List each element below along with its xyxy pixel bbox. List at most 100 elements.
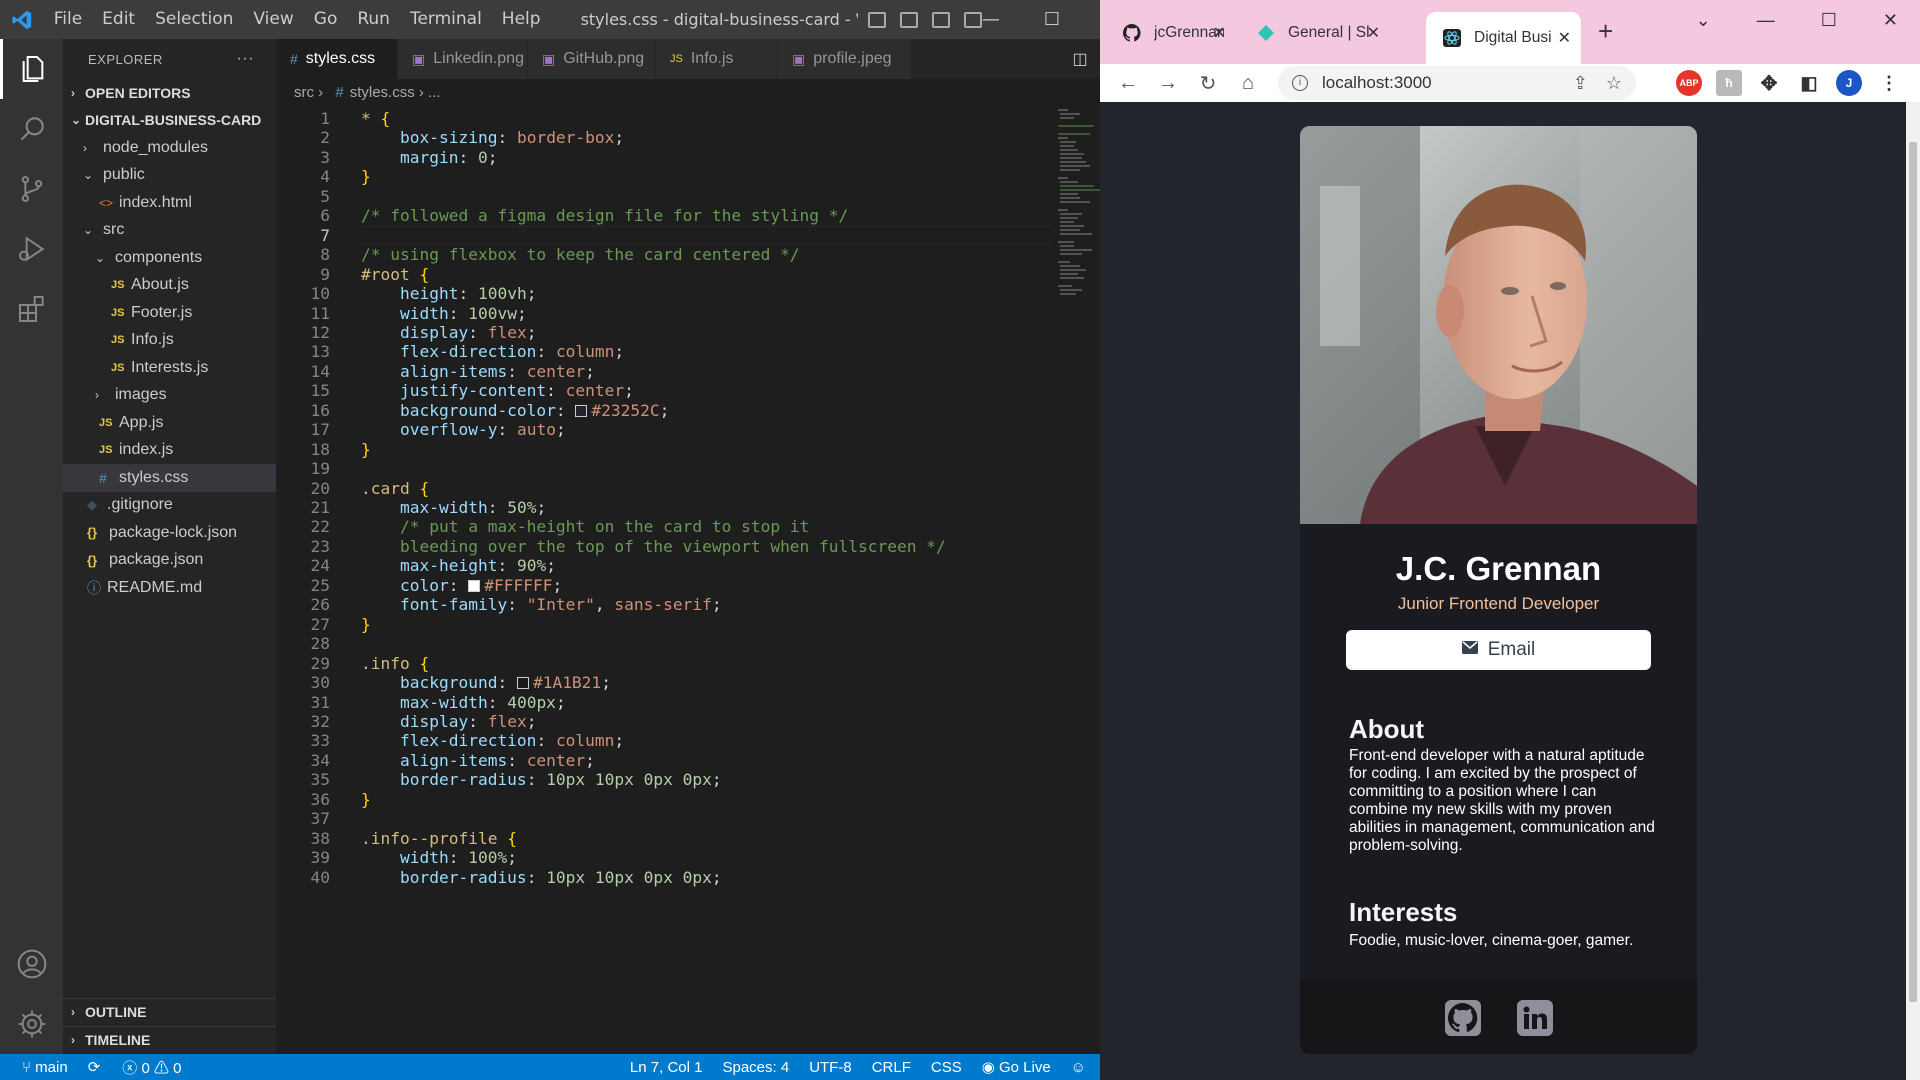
maximize-button[interactable]: ☐ <box>1044 9 1060 30</box>
code-line[interactable]: box-sizing: border-box; <box>361 128 624 147</box>
branch-indicator[interactable]: ⑂ main <box>22 1059 68 1076</box>
menu-go[interactable]: Go <box>304 0 348 39</box>
code-line[interactable]: font-family: "Inter", sans-serif; <box>361 595 722 614</box>
side-panel-icon[interactable]: ◧ <box>1796 70 1822 96</box>
file-styles-css[interactable]: # styles.css <box>63 464 276 492</box>
language-mode[interactable]: CSS <box>931 1059 962 1076</box>
file-gitignore[interactable]: ◆ .gitignore <box>63 492 276 520</box>
accounts-icon[interactable] <box>0 934 63 994</box>
menu-run[interactable]: Run <box>347 0 400 39</box>
folder-components[interactable]: ⌄ components <box>63 244 276 272</box>
toggle-primary-sidebar-icon[interactable] <box>867 11 886 28</box>
minimize-button[interactable]: — <box>1757 10 1775 31</box>
cursor-position[interactable]: Ln 7, Col 1 <box>630 1059 703 1076</box>
code-line[interactable]: display: flex; <box>361 712 536 731</box>
extension-icon[interactable]: ħ <box>1716 70 1742 96</box>
editor-tab-github-png[interactable]: ▣ GitHub.png <box>528 39 656 79</box>
profile-avatar[interactable]: J <box>1836 70 1862 96</box>
code-line[interactable]: } <box>361 440 371 459</box>
file-about-js[interactable]: JS About.js <box>63 272 276 300</box>
search-icon[interactable] <box>0 99 63 159</box>
breadcrumb-item[interactable]: styles.css <box>350 84 415 101</box>
new-tab-button[interactable]: + <box>1598 16 1613 47</box>
folder-images[interactable]: › images <box>63 382 276 410</box>
reload-button[interactable]: ↻ <box>1188 71 1228 96</box>
breadcrumb-item[interactable]: ... <box>428 84 441 101</box>
toggle-secondary-sidebar-icon[interactable] <box>931 11 950 28</box>
go-live-button[interactable]: ◉ Go Live <box>982 1058 1051 1076</box>
code-line[interactable]: border-radius: 10px 10px 0px 0px; <box>361 868 722 887</box>
code-line[interactable]: border-radius: 10px 10px 0px 0px; <box>361 770 722 789</box>
code-line[interactable]: align-items: center; <box>361 751 595 770</box>
code-line[interactable]: .info--profile { <box>361 829 517 848</box>
code-line[interactable]: justify-content: center; <box>361 381 634 400</box>
browser-tab-digital-business-card[interactable]: Digital Busi ✕ <box>1426 12 1581 64</box>
code-line[interactable]: /* followed a figma design file for the … <box>361 206 848 225</box>
code-line[interactable]: /* put a max-height on the card to stop … <box>361 517 809 536</box>
code-line[interactable]: .card { <box>361 479 429 498</box>
adblock-plus-icon[interactable]: ABP <box>1676 70 1702 96</box>
bookmark-star-icon[interactable]: ☆ <box>1606 73 1622 94</box>
code-line[interactable]: flex-direction: column; <box>361 342 624 361</box>
settings-gear-icon[interactable] <box>0 994 63 1054</box>
minimap[interactable] <box>1056 107 1100 1054</box>
breadcrumb-item[interactable]: # <box>335 84 343 101</box>
code-line[interactable]: #root { <box>361 265 429 284</box>
file-package-lock-json[interactable]: {} package-lock.json <box>63 519 276 547</box>
code-line[interactable]: background: #1A1B21; <box>361 673 611 692</box>
close-tab-icon[interactable]: ✕ <box>1213 23 1226 43</box>
file-info-js[interactable]: JS Info.js <box>63 327 276 355</box>
file-footer-js[interactable]: JS Footer.js <box>63 299 276 327</box>
source-control-icon[interactable] <box>0 159 63 219</box>
editor-tab-styles-css[interactable]: #styles.css✕ <box>276 39 411 79</box>
folder-src[interactable]: ⌄ src <box>63 217 276 245</box>
code-line[interactable]: height: 100vh; <box>361 284 536 303</box>
maximize-button[interactable]: ☐ <box>1821 10 1837 31</box>
project-section[interactable]: ⌄ DIGITAL-BUSINESS-CARD <box>63 107 276 135</box>
sync-icon[interactable]: ⟳ <box>88 1058 101 1076</box>
linkedin-icon[interactable] <box>1516 999 1553 1036</box>
code-line[interactable]: } <box>361 615 371 634</box>
file-index-html[interactable]: <> index.html <box>63 189 276 217</box>
code-line[interactable]: max-width: 50%; <box>361 498 546 517</box>
file-index-js[interactable]: JS index.js <box>63 437 276 465</box>
encoding[interactable]: UTF-8 <box>809 1059 852 1076</box>
address-bar[interactable]: i localhost:3000 ⇪ ☆ <box>1278 66 1636 100</box>
chrome-menu-icon[interactable]: ⋮ <box>1876 70 1902 96</box>
file-package-json[interactable]: {} package.json <box>63 547 276 575</box>
code-line[interactable]: * { <box>361 109 390 128</box>
code-line[interactable]: overflow-y: auto; <box>361 420 566 439</box>
editor-tab-profile-jpeg[interactable]: ▣ profile.jpeg <box>778 39 912 79</box>
split-editor-icon[interactable]: ◫ <box>1060 39 1100 79</box>
more-actions-icon[interactable]: ··· <box>237 50 254 68</box>
code-line[interactable]: /* using flexbox to keep the card center… <box>361 245 800 264</box>
customize-layout-icon[interactable] <box>963 11 982 28</box>
menu-selection[interactable]: Selection <box>145 0 243 39</box>
back-button[interactable]: ← <box>1108 72 1148 95</box>
scrollbar-thumb[interactable] <box>1909 142 1917 1002</box>
email-button[interactable]: Email <box>1346 630 1651 670</box>
puzzle-extensions-icon[interactable]: ✥ <box>1756 70 1782 96</box>
menu-view[interactable]: View <box>243 0 303 39</box>
menu-file[interactable]: File <box>44 0 92 39</box>
minimize-button[interactable]: — <box>982 9 1000 30</box>
feedback-icon[interactable]: ☺ <box>1071 1059 1086 1076</box>
code-line[interactable]: bleeding over the top of the viewport wh… <box>361 537 946 556</box>
menu-help[interactable]: Help <box>492 0 551 39</box>
code-line[interactable]: max-height: 90%; <box>361 556 556 575</box>
file-app-js[interactable]: JS App.js <box>63 409 276 437</box>
folder-node-modules[interactable]: › node_modules <box>63 134 276 162</box>
timeline-section[interactable]: › TIMELINE <box>63 1027 276 1055</box>
page-scrollbar[interactable] <box>1906 102 1920 1080</box>
indentation[interactable]: Spaces: 4 <box>722 1059 789 1076</box>
github-icon[interactable] <box>1444 999 1481 1036</box>
code-editor[interactable]: 1 * {2 box-sizing: border-box; 3 margin: 0… <box>276 107 1056 1054</box>
code-line[interactable]: } <box>361 167 371 186</box>
browser-tab-slack[interactable]: General | Sl ✕ <box>1240 12 1390 54</box>
code-line[interactable]: flex-direction: column; <box>361 731 624 750</box>
code-line[interactable]: .info { <box>361 654 429 673</box>
editor-tab-linkedin-png[interactable]: ▣ Linkedin.png <box>398 39 528 79</box>
menu-edit[interactable]: Edit <box>92 0 145 39</box>
code-line[interactable]: color: #FFFFFF; <box>361 576 562 595</box>
line-ending[interactable]: CRLF <box>872 1059 911 1076</box>
